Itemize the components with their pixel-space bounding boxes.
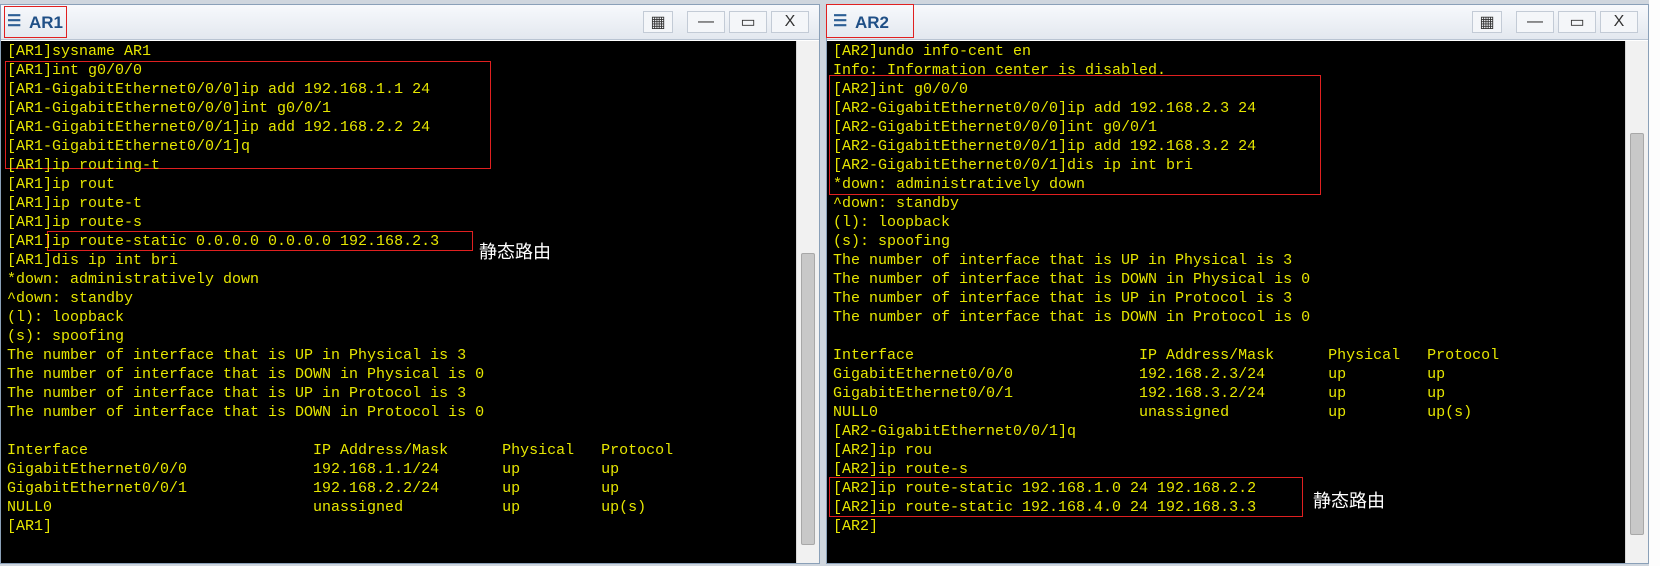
console-line: [AR2]ip route-s [833, 461, 969, 478]
close-button[interactable]: X [1600, 11, 1638, 33]
console-line: [AR2]ip route-static 192.168.4.0 24 192.… [833, 499, 1257, 516]
console-line: [AR1]ip routing-t [7, 157, 161, 174]
ar1-console[interactable]: 静态路由 [AR1]sysname AR1 [AR1]int g0/0/0 [AR1… [1, 41, 797, 563]
console-line: The number of interface that is UP in Pr… [833, 290, 1293, 307]
console-line: GigabitEthernet0/0/0 192.168.2.3/24 up u… [833, 366, 1446, 383]
console-line: ^down: standby [833, 195, 960, 212]
console-line: [AR1]sysname AR1 [7, 43, 152, 60]
ar2-scrollbar-thumb[interactable] [1630, 133, 1644, 535]
console-line: [AR2]ip rou [833, 442, 933, 459]
console-line: The number of interface that is DOWN in … [833, 271, 1311, 288]
console-line: Info: Information center is disabled. [833, 62, 1167, 79]
console-line: [AR1]ip route-t [7, 195, 143, 212]
console-line: [AR1]ip rout [7, 176, 116, 193]
console-line: [AR1]dis ip int bri [7, 252, 179, 269]
close-button[interactable]: X [771, 11, 809, 33]
console-line: [AR1] [7, 518, 53, 535]
console-line: GigabitEthernet0/0/1 192.168.2.2/24 up u… [7, 480, 620, 497]
ar1-window: ☰ AR1 ▦ — ▭ X 静态路由 [AR1]sysname AR1 [AR1]… [0, 4, 820, 564]
console-line: The number of interface that is DOWN in … [7, 366, 485, 383]
console-line: The number of interface that is UP in Ph… [833, 252, 1293, 269]
static-route-annotation: 静态路由 [479, 242, 551, 263]
console-line: Interface IP Address/Mask Physical Proto… [7, 442, 674, 459]
console-line: The number of interface that is UP in Ph… [7, 347, 467, 364]
console-line: The number of interface that is DOWN in … [833, 309, 1311, 326]
console-line: [AR1]int g0/0/0 [7, 62, 143, 79]
ar1-scrollbar-thumb[interactable] [801, 253, 815, 545]
console-line: [AR2] [833, 518, 879, 535]
console-line: [AR2-GigabitEthernet0/0/1]q [833, 423, 1077, 440]
minimize-button[interactable]: — [1516, 11, 1554, 33]
console-line: (s): spoofing [7, 328, 125, 345]
console-line: GigabitEthernet0/0/1 192.168.3.2/24 up u… [833, 385, 1446, 402]
ar1-scrollbar[interactable] [796, 41, 819, 563]
console-line: [AR2-GigabitEthernet0/0/0]ip add 192.168… [833, 100, 1257, 117]
console-line: [AR1-GigabitEthernet0/0/0]int g0/0/1 [7, 100, 332, 117]
console-line: (l): loopback [833, 214, 951, 231]
ar1-title-highlight [4, 6, 67, 38]
console-line: ^down: standby [7, 290, 134, 307]
console-line: [AR1]ip route-static 0.0.0.0 0.0.0.0 192… [7, 233, 440, 250]
console-line: [AR1-GigabitEthernet0/0/0]ip add 192.168… [7, 81, 431, 98]
console-line: NULL0 unassigned up up(s) [833, 404, 1473, 421]
maximize-button[interactable]: ▭ [1558, 11, 1596, 33]
console-line: [AR1-GigabitEthernet0/0/1]ip add 192.168… [7, 119, 431, 136]
console-line: *down: administratively down [833, 176, 1086, 193]
ar2-console[interactable]: 静态路由 [AR2]undo info-cent en Info: Informa… [827, 41, 1626, 563]
console-line: (l): loopback [7, 309, 125, 326]
ar2-window: ☰ AR2 ▦ — ▭ X 静态路由 [AR2]undo info-cent e… [826, 4, 1649, 564]
console-line: The number of interface that is UP in Pr… [7, 385, 467, 402]
console-line: Interface IP Address/Mask Physical Proto… [833, 347, 1500, 364]
ar2-titlebar[interactable]: ☰ AR2 ▦ — ▭ X [826, 4, 1648, 40]
console-line: [AR2-GigabitEthernet0/0/1]ip add 192.168… [833, 138, 1257, 155]
console-line: [AR2-GigabitEthernet0/0/1]dis ip int bri [833, 157, 1194, 174]
picture-icon[interactable]: ▦ [1472, 11, 1502, 33]
picture-icon[interactable]: ▦ [643, 11, 673, 33]
console-line: [AR1]ip route-s [7, 214, 143, 231]
maximize-button[interactable]: ▭ [729, 11, 767, 33]
console-line: GigabitEthernet0/0/0 192.168.1.1/24 up u… [7, 461, 620, 478]
console-line: [AR2-GigabitEthernet0/0/0]int g0/0/1 [833, 119, 1158, 136]
console-line: [AR1-GigabitEthernet0/0/1]q [7, 138, 251, 155]
static-route-annotation: 静态路由 [1313, 491, 1385, 512]
console-line: [AR2]int g0/0/0 [833, 81, 969, 98]
console-line: [AR2]ip route-static 192.168.1.0 24 192.… [833, 480, 1257, 497]
console-line: The number of interface that is DOWN in … [7, 404, 485, 421]
background-window-strip [1649, 0, 1660, 566]
minimize-button[interactable]: — [687, 11, 725, 33]
ar2-scrollbar[interactable] [1625, 41, 1648, 563]
console-line: *down: administratively down [7, 271, 260, 288]
console-line: NULL0 unassigned up up(s) [7, 499, 647, 516]
ar1-titlebar[interactable]: ☰ AR1 ▦ — ▭ X [1, 5, 819, 40]
console-line: (s): spoofing [833, 233, 951, 250]
ar2-title-highlight [826, 4, 914, 38]
console-line: [AR2]undo info-cent en [833, 43, 1032, 60]
